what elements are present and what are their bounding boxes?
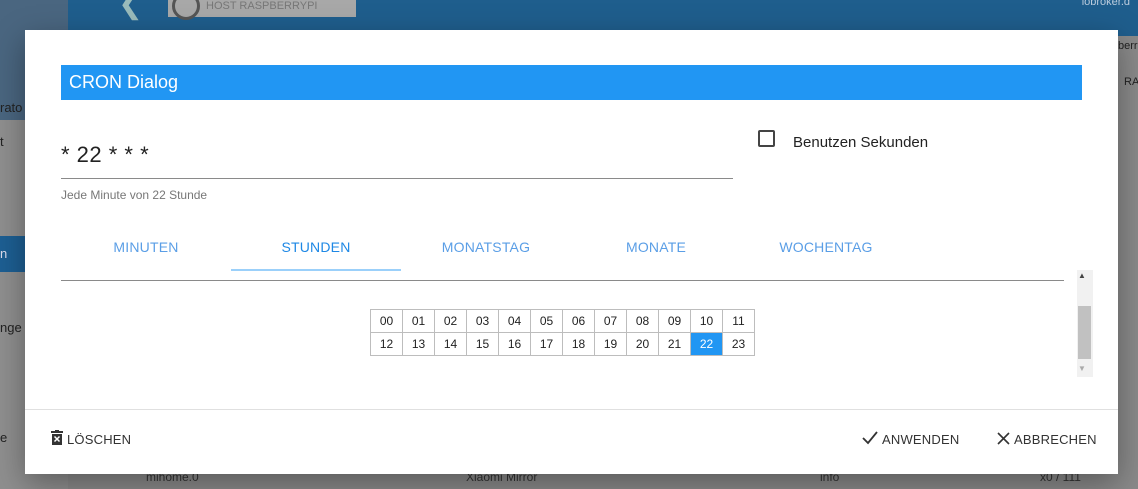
hour-row: 00 01 02 03 04 05 06 07 08 09 10 11	[370, 309, 755, 333]
sidebar-fragment: t	[0, 134, 4, 149]
background-table-row: mihome.0 Xiaomi Mirror info x0 / 111	[80, 470, 1138, 489]
hour-cell-10[interactable]: 10	[690, 309, 723, 333]
footer-divider	[25, 409, 1118, 410]
close-icon	[997, 426, 1010, 456]
sidebar-fragment: e	[0, 430, 8, 445]
hour-cell-23[interactable]: 23	[722, 332, 755, 356]
hour-cell-16[interactable]: 16	[498, 332, 531, 356]
hour-cell-18[interactable]: 18	[562, 332, 595, 356]
tab-wochentag[interactable]: WOCHENTAG	[741, 223, 911, 271]
cancel-button[interactable]: ABBRECHEN	[997, 425, 1097, 455]
hour-row: 12 13 14 15 16 17 18 19 20 21 22 23	[370, 332, 755, 356]
hour-cell-06[interactable]: 06	[562, 309, 595, 333]
check-icon	[862, 426, 878, 456]
hour-cell-08[interactable]: 08	[626, 309, 659, 333]
brand-label: iobroker.d	[1081, 0, 1130, 8]
hour-cell-02[interactable]: 02	[434, 309, 467, 333]
cron-description: Jede Minute von 22 Stunde	[61, 188, 208, 202]
sidebar-fragment: n	[0, 246, 8, 261]
apply-button[interactable]: ANWENDEN	[862, 425, 959, 455]
delete-icon	[51, 426, 63, 456]
hour-cell-03[interactable]: 03	[466, 309, 499, 333]
scroll-down-icon[interactable]: ▼	[1078, 364, 1086, 373]
background-right-fragment: RA	[1124, 76, 1138, 88]
apply-label: ANWENDEN	[882, 432, 960, 447]
back-arrow-icon: ❮	[118, 0, 144, 20]
hour-cell-20[interactable]: 20	[626, 332, 659, 356]
tab-monate[interactable]: MONATE	[571, 223, 741, 271]
background-right-fragment: berr	[1118, 40, 1138, 52]
hour-cell-09[interactable]: 09	[658, 309, 691, 333]
hour-cell-19[interactable]: 19	[594, 332, 627, 356]
use-seconds-checkbox[interactable]	[758, 130, 775, 147]
cron-expression-field[interactable]: * 22 * * *	[61, 142, 733, 179]
hour-cell-00[interactable]: 00	[370, 309, 403, 333]
host-icon	[172, 0, 200, 20]
scroll-up-icon[interactable]: ▲	[1078, 271, 1086, 280]
sidebar-fragment: rato	[0, 100, 23, 115]
host-button-label: HOST RASPBERRYPI	[206, 0, 318, 12]
hour-cell-21[interactable]: 21	[658, 332, 691, 356]
hour-grid: 00 01 02 03 04 05 06 07 08 09 10 11 12 13 14 15 16 17 18 19…	[370, 309, 755, 356]
hour-cell-05[interactable]: 05	[530, 309, 563, 333]
dialog-title: CRON Dialog	[61, 65, 1082, 100]
sidebar-fragment: nge	[0, 320, 22, 335]
hour-cell-17[interactable]: 17	[530, 332, 563, 356]
divider	[61, 280, 1064, 281]
active-tab-indicator	[231, 269, 401, 271]
hour-cell-22[interactable]: 22	[690, 332, 723, 356]
cron-dialog: CRON Dialog * 22 * * * Jede Minute von 2…	[25, 30, 1118, 474]
hour-cell-11[interactable]: 11	[722, 309, 755, 333]
clear-button[interactable]: LÖSCHEN	[51, 425, 131, 455]
hour-cell-13[interactable]: 13	[402, 332, 435, 356]
tab-monatstag[interactable]: MONATSTAG	[401, 223, 571, 271]
hour-cell-01[interactable]: 01	[402, 309, 435, 333]
host-button: HOST RASPBERRYPI	[168, 0, 356, 20]
hour-cell-07[interactable]: 07	[594, 309, 627, 333]
clear-label: LÖSCHEN	[67, 432, 132, 447]
use-seconds-label[interactable]: Benutzen Sekunden	[793, 134, 928, 151]
cron-tabs: MINUTEN STUNDEN MONATSTAG MONATE WOCHENT…	[61, 223, 1082, 271]
scrollbar-thumb[interactable]	[1078, 306, 1091, 359]
hour-cell-14[interactable]: 14	[434, 332, 467, 356]
hour-cell-15[interactable]: 15	[466, 332, 499, 356]
cancel-label: ABBRECHEN	[1014, 432, 1097, 447]
tab-minuten[interactable]: MINUTEN	[61, 223, 231, 271]
hour-cell-12[interactable]: 12	[370, 332, 403, 356]
tab-stunden[interactable]: STUNDEN	[231, 223, 401, 271]
hour-cell-04[interactable]: 04	[498, 309, 531, 333]
